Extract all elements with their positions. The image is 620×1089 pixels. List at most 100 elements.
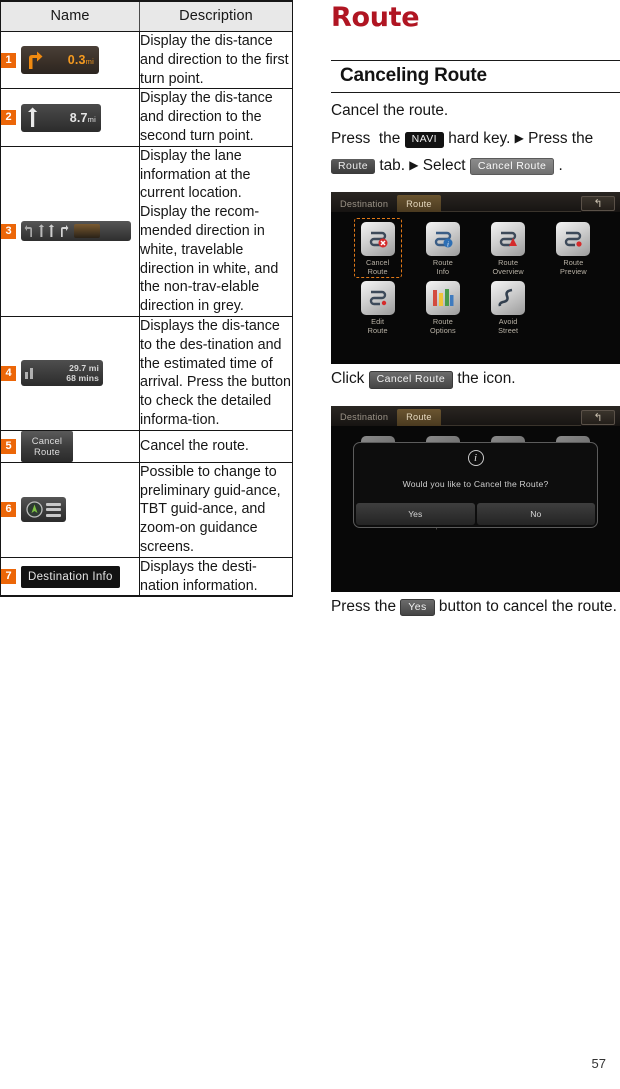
turn-right-arrow-icon xyxy=(29,51,43,69)
confirm-dialog: i Would you like to Cancel the Route? Ye… xyxy=(353,441,598,528)
cancel-route-icon-key[interactable]: Cancel Route xyxy=(368,371,454,389)
nav-item-avoid-street[interactable]: AvoidStreet xyxy=(476,280,541,336)
steps-paragraph: Press the NAVI hard key. ▶ Press the Rou… xyxy=(331,126,620,179)
nav-item-route-info[interactable]: i Route Info xyxy=(410,222,475,277)
table-row: 3 Display the lane information at the cu… xyxy=(0,146,293,317)
lane-left-turn-icon xyxy=(24,225,32,238)
click-suffix-label: the icon. xyxy=(457,370,516,388)
table-row: 2 8.7mi Display the dis-tance and direct… xyxy=(0,88,293,147)
column-header-description: Description xyxy=(139,0,293,32)
dialog-no-button[interactable]: No xyxy=(476,502,595,525)
feature-table-column: Name Description 1 0.3mi Display the dis… xyxy=(0,0,293,598)
nav-tabbar-filler xyxy=(440,413,581,426)
click-instruction: Click Cancel Route the icon. xyxy=(331,366,620,392)
route-info-icon: i xyxy=(425,222,460,257)
nav-item-edit-route[interactable]: EditRoute xyxy=(345,280,410,336)
destination-info-chip: Destination Info xyxy=(21,565,120,588)
description-cell: Display the lane information at the curr… xyxy=(139,146,293,317)
table-row: 1 0.3mi Display the dis-tance and direct… xyxy=(0,31,293,90)
cancel-route-chip: Cancel Route xyxy=(21,430,73,462)
nav-item-cancel-route[interactable]: Cancel Route xyxy=(345,222,410,277)
eta-distance-chip: 29.7 mi 68 mins xyxy=(21,360,103,387)
row-number-badge: 3 xyxy=(1,223,16,239)
distance-value: 8.7mi xyxy=(69,110,96,125)
step-tab-label: tab. xyxy=(379,156,405,174)
row-number-badge: 2 xyxy=(1,110,16,126)
lane-straight-icon-b xyxy=(48,224,55,238)
row-number-badge: 1 xyxy=(1,52,16,68)
name-cell: 6 xyxy=(0,462,140,558)
row-number-badge: 7 xyxy=(1,569,16,585)
page-title: Route xyxy=(331,2,420,33)
nav-item-label: Route Info xyxy=(432,258,453,276)
nav-tab-destination[interactable]: Destination xyxy=(331,195,397,212)
cancel-route-chip-label: Cancel Route xyxy=(31,435,63,458)
page-number: 57 xyxy=(591,1056,606,1071)
name-cell: 1 0.3mi xyxy=(0,31,140,90)
table-row: 4 29.7 mi 68 mins Displays the dis-tance … xyxy=(0,316,293,431)
back-icon[interactable]: ↰ xyxy=(581,196,615,212)
guidance-mode-chip xyxy=(21,497,66,523)
step-arrow-icon-1: ▶ xyxy=(514,131,524,146)
compass-icon xyxy=(26,501,43,518)
description-cell: Display the dis-tance and direction to t… xyxy=(139,31,293,90)
nav-menu-grid: Cancel Route i Route Info Route Overview Ro… xyxy=(331,212,620,342)
dialog-button-row: Yes No xyxy=(354,502,597,527)
press-suffix-label: button to cancel the route. xyxy=(438,597,617,615)
eta-values: 29.7 mi 68 mins xyxy=(66,362,99,384)
route-preview-icon xyxy=(556,222,591,257)
navi-hard-key[interactable]: NAVI xyxy=(404,132,444,148)
table-row: 7 Destination Info Displays the desti-na… xyxy=(0,557,293,598)
description-cell: Display the dis-tance and direction to t… xyxy=(139,88,293,147)
step-press-label-2: Press xyxy=(528,130,568,148)
nav-item-label: RouteOptions xyxy=(429,316,456,335)
nav-item-route-options[interactable]: RouteOptions xyxy=(410,280,475,336)
press-prefix-label: Press the xyxy=(331,597,397,615)
nav-tab-route[interactable]: Route xyxy=(397,195,441,213)
step-period: . xyxy=(558,156,563,174)
list-lines-icon xyxy=(46,502,61,517)
nav-screenshot-cancel-dialog: Destination Route ↰ EditRoute RouteOptio… xyxy=(331,405,620,592)
nav-item-label: AvoidStreet xyxy=(498,316,519,335)
lane-straight-icon-a xyxy=(38,224,45,238)
step-select-label: Select xyxy=(422,156,466,174)
route-tab-key[interactable]: Route xyxy=(331,158,376,175)
cancel-route-key[interactable]: Cancel Route xyxy=(469,157,555,176)
nav-tab-destination[interactable]: Destination xyxy=(331,409,397,426)
nav-tabbar-filler xyxy=(440,199,581,213)
name-cell: 4 29.7 mi 68 mins xyxy=(0,316,140,431)
nav-item-route-overview[interactable]: Route Overview xyxy=(476,222,541,277)
column-header-name: Name xyxy=(0,0,140,32)
intro-text: Cancel the route. xyxy=(331,102,449,120)
dialog-yes-button[interactable]: Yes xyxy=(356,502,475,525)
nav-item-route-preview[interactable]: Route Preview xyxy=(541,222,606,277)
info-icon: i xyxy=(467,449,484,466)
back-icon[interactable]: ↰ xyxy=(581,409,615,425)
press-yes-instruction: Press the Yes button to cancel the route… xyxy=(331,594,620,620)
table-header-row: Name Description xyxy=(0,0,293,32)
click-prefix-label: Click xyxy=(331,370,365,388)
feature-spec-table: Name Description 1 0.3mi Display the dis… xyxy=(0,0,293,598)
step-the-label-1: the xyxy=(378,130,401,148)
straight-ahead-distance-chip: 8.7mi xyxy=(21,103,101,132)
nav-item-label: EditRoute xyxy=(367,316,388,335)
lane-right-turn-icon xyxy=(61,225,69,238)
straight-arrow-icon xyxy=(28,107,38,128)
step-hardkey-label: hard key. xyxy=(448,130,511,148)
lane-road-preview xyxy=(74,224,100,239)
edit-route-icon xyxy=(360,280,395,315)
chapter-content-column: Route Canceling Route Cancel the route. … xyxy=(331,0,620,620)
step-the-label-2: the xyxy=(571,130,594,148)
nav-item-label: Cancel Route xyxy=(365,258,390,276)
nav-tabbar: Destination Route ↰ xyxy=(331,192,620,213)
nav-tab-route[interactable]: Route xyxy=(397,408,441,426)
yes-button-key[interactable]: Yes xyxy=(400,598,435,617)
row-number-badge: 6 xyxy=(1,502,16,518)
cancel-route-icon xyxy=(360,222,395,257)
distance-value: 0.3mi xyxy=(67,53,94,68)
description-cell: Displays the dis-tance to the des-tinati… xyxy=(139,316,293,431)
name-cell: 2 8.7mi xyxy=(0,88,140,147)
section-header: Canceling Route xyxy=(331,60,620,94)
name-cell: 7 Destination Info xyxy=(0,557,140,598)
section-title: Canceling Route xyxy=(340,65,487,87)
